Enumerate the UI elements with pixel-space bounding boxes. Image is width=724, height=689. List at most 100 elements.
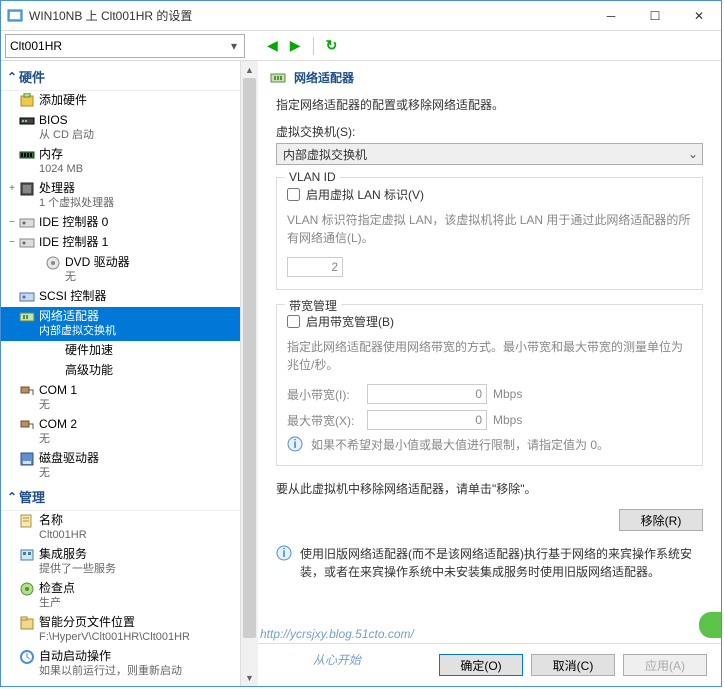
bw-max-input[interactable] [367, 410, 487, 430]
hardware-header[interactable]: ⌃ 硬件 [1, 63, 240, 91]
refresh-icon[interactable]: ↻ [326, 37, 338, 54]
item-icon [19, 181, 35, 197]
item-icon [45, 343, 61, 359]
badge-icon [699, 612, 721, 638]
tree-item[interactable]: 磁盘驱动器无 [1, 449, 240, 483]
tree-item[interactable]: COM 1无 [1, 381, 240, 415]
remove-button[interactable]: 移除(R) [619, 509, 703, 531]
chevron-down-icon: ⌄ [688, 147, 698, 161]
tree-scrollbar[interactable]: ▲ ▼ [241, 61, 258, 686]
tree-item[interactable]: 添加硬件 [1, 91, 240, 111]
panel-description: 指定网络适配器的配置或移除网络适配器。 [276, 96, 703, 113]
item-icon [19, 615, 35, 631]
bw-max-unit: Mbps [493, 413, 522, 427]
tree-item[interactable]: DVD 驱动器无 [1, 253, 240, 287]
bw-min-label: 最小带宽(I): [287, 386, 367, 403]
switch-label: 虚拟交换机(S): [276, 123, 703, 140]
tree-item[interactable]: 名称Clt001HR [1, 511, 240, 545]
item-label: 磁盘驱动器 [39, 451, 240, 466]
item-icon [45, 255, 61, 271]
body: ⌃ 硬件 添加硬件BIOS从 CD 启动内存1024 MB+处理器1 个虚拟处理… [1, 61, 721, 686]
item-label: 网络适配器 [39, 309, 240, 324]
bw-title: 带宽管理 [285, 297, 341, 314]
tree-item[interactable]: 高级功能 [1, 361, 240, 381]
minimize-button[interactable]: ─ [589, 2, 633, 30]
nav-next-icon[interactable]: ▶ [290, 37, 301, 54]
bw-max-row: 最大带宽(X): Mbps [287, 410, 692, 430]
item-sublabel: 1 个虚拟处理器 [39, 196, 240, 211]
tree-item[interactable]: 硬件加速 [1, 341, 240, 361]
vlan-checkbox-input[interactable] [287, 188, 300, 201]
item-label: IDE 控制器 1 [39, 235, 240, 250]
vlan-id-input[interactable] [287, 257, 343, 277]
item-sublabel: 如果以前运行过，则重新启动 [39, 664, 240, 679]
tree-item[interactable]: 自动启动操作如果以前运行过，则重新启动 [1, 647, 240, 681]
tree-item[interactable]: COM 2无 [1, 415, 240, 449]
tree-item[interactable]: − 网络适配器内部虚拟交换机 [1, 307, 240, 341]
item-sublabel: 生产 [39, 596, 240, 611]
item-icon [19, 235, 35, 251]
content-body: 指定网络适配器的配置或移除网络适配器。 虚拟交换机(S): 内部虚拟交换机 ⌄ … [258, 90, 721, 643]
virtual-switch-dropdown[interactable]: 内部虚拟交换机 ⌄ [276, 143, 703, 165]
vlan-title: VLAN ID [285, 170, 340, 184]
cancel-button[interactable]: 取消(C) [531, 654, 615, 676]
management-header[interactable]: ⌃ 管理 [1, 483, 240, 511]
collapse-icon: ⌃ [5, 490, 19, 504]
item-label: 检查点 [39, 581, 240, 596]
bw-enable-label: 启用带宽管理(B) [306, 313, 394, 330]
item-icon [19, 513, 35, 529]
bandwidth-group: 带宽管理 启用带宽管理(B) 指定此网络适配器使用网络带宽的方式。最小带宽和最大… [276, 304, 703, 466]
bw-checkbox-input[interactable] [287, 315, 300, 328]
expander-icon: − [5, 309, 19, 325]
scroll-down-icon[interactable]: ▼ [241, 669, 258, 686]
item-sublabel: 提供了一些服务 [39, 562, 240, 577]
item-icon [19, 113, 35, 129]
item-sublabel: 内部虚拟交换机 [39, 324, 240, 339]
item-icon [19, 93, 35, 109]
nav-prev-icon[interactable]: ◀ [267, 37, 278, 54]
app-icon [7, 8, 23, 24]
tree-item[interactable]: 内存1024 MB [1, 145, 240, 179]
scroll-thumb[interactable] [243, 78, 256, 638]
vm-selector-value: Clt001HR [10, 39, 62, 53]
svg-text:i: i [282, 546, 285, 560]
vlan-enable-checkbox[interactable]: 启用虚拟 LAN 标识(V) [287, 186, 692, 203]
expander-icon: − [5, 215, 19, 231]
item-icon [19, 649, 35, 665]
item-icon [19, 289, 35, 305]
bw-min-unit: Mbps [493, 387, 522, 401]
titlebar: WIN10NB 上 Clt001HR 的设置 ─ ☐ ✕ [1, 1, 721, 31]
tree-item[interactable]: BIOS从 CD 启动 [1, 111, 240, 145]
item-label: 智能分页文件位置 [39, 615, 240, 630]
item-label: 内存 [39, 147, 240, 162]
tree-item[interactable]: 检查点生产 [1, 579, 240, 613]
info-icon: i [276, 545, 292, 561]
vm-selector-combo[interactable]: Clt001HR ▾ [5, 34, 245, 58]
tree-item[interactable]: −IDE 控制器 1 [1, 233, 240, 253]
item-label: 名称 [39, 513, 240, 528]
item-icon [45, 363, 61, 379]
management-label: 管理 [19, 487, 45, 506]
item-sublabel: 1024 MB [39, 162, 240, 177]
svg-text:i: i [293, 437, 296, 451]
tree-item[interactable]: 集成服务提供了一些服务 [1, 545, 240, 579]
content-panel: 网络适配器 指定网络适配器的配置或移除网络适配器。 虚拟交换机(S): 内部虚拟… [258, 61, 721, 686]
maximize-button[interactable]: ☐ [633, 2, 677, 30]
settings-window: WIN10NB 上 Clt001HR 的设置 ─ ☐ ✕ Clt001HR ▾ … [0, 0, 722, 687]
remove-description: 要从此虚拟机中移除网络适配器，请单击"移除"。 [276, 480, 537, 497]
close-button[interactable]: ✕ [677, 2, 721, 30]
tree-item[interactable]: SCSI 控制器 [1, 287, 240, 307]
item-icon [19, 309, 35, 325]
scroll-up-icon[interactable]: ▲ [241, 61, 258, 78]
item-label: 处理器 [39, 181, 240, 196]
tree-item[interactable]: +处理器1 个虚拟处理器 [1, 179, 240, 213]
tree-item[interactable]: −IDE 控制器 0 [1, 213, 240, 233]
bw-enable-checkbox[interactable]: 启用带宽管理(B) [287, 313, 692, 330]
item-sublabel: F:\HyperV\Clt001HR\Clt001HR [39, 630, 240, 645]
ok-button[interactable]: 确定(O) [439, 654, 523, 676]
tree-item[interactable]: 智能分页文件位置F:\HyperV\Clt001HR\Clt001HR [1, 613, 240, 647]
item-label: 硬件加速 [65, 343, 240, 358]
network-adapter-icon [270, 70, 286, 86]
apply-button[interactable]: 应用(A) [623, 654, 707, 676]
bw-min-input[interactable] [367, 384, 487, 404]
